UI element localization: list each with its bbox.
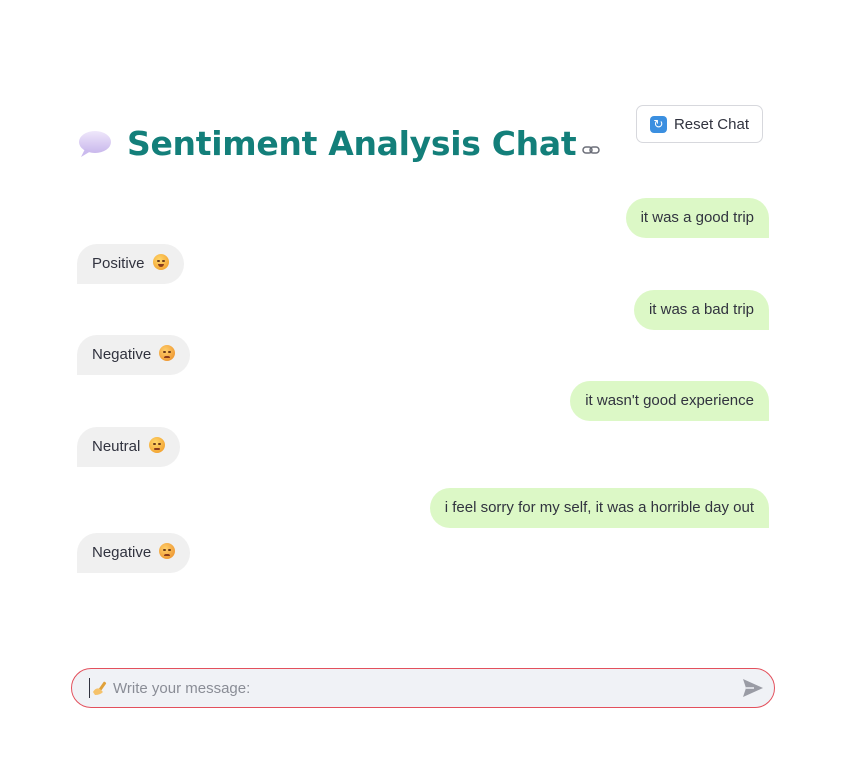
smiling-face-icon <box>152 254 169 270</box>
neutral-face-icon <box>148 437 165 453</box>
chat-input-bar[interactable] <box>71 668 775 708</box>
message-text: it was a bad trip <box>648 301 754 318</box>
send-icon[interactable] <box>742 678 764 698</box>
header: Sentiment Analysis Chat ↻ Reset Chat <box>77 105 767 170</box>
bot-message: Negative <box>77 533 191 573</box>
user-message: it was a bad trip <box>633 290 769 330</box>
bot-message: Negative <box>77 335 191 375</box>
reset-chat-button[interactable]: ↻ Reset Chat <box>635 105 763 143</box>
message-text: Positive <box>92 255 145 272</box>
user-message: it wasn't good experience <box>570 381 769 421</box>
message-text: it was a good trip <box>640 209 754 226</box>
message-text: it wasn't good experience <box>585 392 754 409</box>
title-row: Sentiment Analysis Chat <box>77 124 601 163</box>
pensive-face-icon <box>159 345 176 361</box>
app-page: Sentiment Analysis Chat ↻ Reset Chat it … <box>0 0 866 764</box>
bot-message: Neutral <box>77 427 180 467</box>
page-title: Sentiment Analysis Chat <box>127 124 577 163</box>
message-input[interactable] <box>113 669 723 707</box>
bot-message: Positive <box>77 244 184 284</box>
speech-balloon-icon <box>77 129 113 159</box>
text-caret <box>89 678 90 698</box>
reset-chat-label: Reset Chat <box>673 115 749 133</box>
user-message: it was a good trip <box>625 198 769 238</box>
link-icon[interactable] <box>582 143 601 155</box>
message-text: i feel sorry for my self, it was a horri… <box>444 499 754 516</box>
message-text: Negative <box>92 544 152 561</box>
writing-hand-icon <box>91 680 109 696</box>
refresh-icon: ↻ <box>649 115 667 133</box>
message-text: Negative <box>92 346 152 363</box>
pensive-face-icon <box>159 543 176 559</box>
user-message: i feel sorry for my self, it was a horri… <box>429 488 769 528</box>
message-text: Neutral <box>92 438 141 455</box>
